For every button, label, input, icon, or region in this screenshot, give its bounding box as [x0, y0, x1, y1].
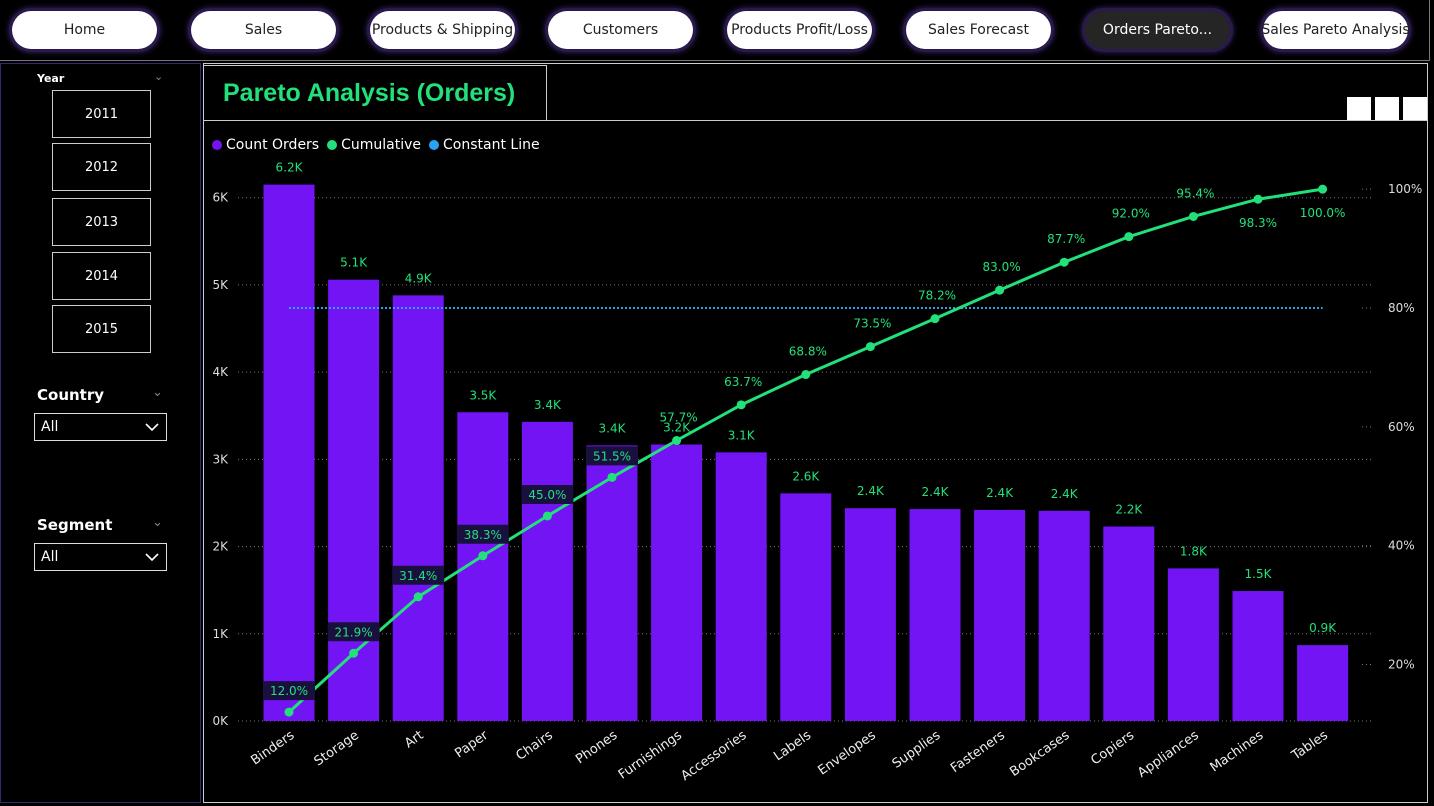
bar-data-label: 3.4K: [534, 398, 562, 412]
x-tick-label: Fasteners: [948, 728, 1008, 776]
cumulative-data-label: 78.2%: [918, 289, 956, 303]
cumulative-data-label: 45.0%: [528, 488, 566, 502]
x-tick-label: Art: [402, 728, 426, 751]
y-right-tick-label: 60%: [1388, 420, 1415, 434]
x-tick-label: Supplies: [890, 728, 944, 772]
cumulative-data-label: 51.5%: [593, 449, 631, 463]
bar-data-label: 4.9K: [405, 271, 433, 285]
x-tick-label: Storage: [312, 728, 362, 769]
bar-envelopes: [844, 508, 896, 721]
cumulative-point: [865, 342, 875, 352]
bar-machines: [1232, 591, 1284, 721]
x-tick-label: Phones: [573, 728, 620, 767]
bar-art: [392, 295, 444, 721]
x-tick-label: Bookcases: [1007, 728, 1072, 780]
cumulative-point: [542, 511, 552, 521]
bar-tables: [1297, 645, 1349, 721]
cumulative-data-label: 21.9%: [335, 625, 373, 639]
cumulative-point: [1253, 194, 1263, 204]
bar-data-label: 2.4K: [922, 485, 950, 499]
bar-fasteners: [974, 509, 1026, 721]
cumulative-data-label: 73.5%: [853, 317, 891, 331]
bar-data-label: 1.5K: [1245, 567, 1273, 581]
cumulative-data-label: 31.4%: [399, 569, 437, 583]
bar-data-label: 5.1K: [340, 256, 368, 270]
bar-binders: [263, 184, 315, 721]
cumulative-data-label: 57.7%: [660, 411, 698, 425]
cumulative-data-label: 100.0%: [1300, 206, 1346, 220]
cumulative-point: [413, 592, 423, 602]
bar-copiers: [1103, 526, 1155, 721]
x-tick-label: Paper: [452, 728, 491, 762]
y-left-tick-label: 2K: [212, 540, 229, 554]
x-tick-label: Labels: [771, 728, 814, 764]
bar-accessories: [715, 452, 767, 721]
cumulative-data-label: 92.0%: [1112, 207, 1150, 221]
bar-supplies: [909, 509, 961, 721]
bar-chairs: [521, 421, 573, 721]
bar-labels: [780, 493, 832, 721]
cumulative-point: [672, 436, 682, 446]
x-tick-label: Copiers: [1088, 728, 1137, 769]
y-right-tick-label: 40%: [1388, 539, 1415, 553]
cumulative-data-label: 95.4%: [1176, 186, 1214, 200]
bar-data-label: 6.2K: [276, 161, 304, 175]
cumulative-data-label: 12.0%: [270, 684, 308, 698]
bar-data-label: 1.8K: [1180, 544, 1208, 558]
bar-data-label: 3.1K: [728, 428, 756, 442]
x-tick-label: Binders: [248, 728, 297, 769]
cumulative-point: [736, 400, 746, 410]
bar-data-label: 0.9K: [1309, 621, 1337, 635]
bar-data-label: 2.6K: [792, 469, 820, 483]
y-left-tick-label: 4K: [212, 365, 229, 379]
bar-bookcases: [1038, 510, 1090, 721]
y-left-tick-label: 3K: [212, 452, 229, 466]
cumulative-point: [1059, 257, 1069, 267]
x-tick-label: Furnishings: [616, 728, 685, 783]
cumulative-point: [607, 472, 617, 482]
y-right-tick-label: 20%: [1388, 658, 1415, 672]
y-left-tick-label: 6K: [212, 191, 229, 205]
x-tick-label: Accessories: [678, 728, 749, 784]
cumulative-point: [995, 285, 1005, 295]
x-tick-label: Machines: [1208, 728, 1267, 776]
bar-appliances: [1167, 568, 1219, 721]
cumulative-point: [478, 551, 488, 561]
x-tick-label: Appliances: [1135, 728, 1202, 781]
x-tick-label: Chairs: [513, 728, 555, 764]
cumulative-data-label: 68.8%: [789, 345, 827, 359]
y-right-tick-label: 80%: [1388, 301, 1415, 315]
bar-furnishings: [651, 444, 703, 721]
bar-data-label: 2.4K: [857, 484, 885, 498]
cumulative-point: [349, 648, 359, 658]
bar-data-label: 3.5K: [469, 388, 497, 402]
cumulative-point: [930, 314, 940, 324]
cumulative-point: [284, 707, 294, 717]
y-right-tick-label: 100%: [1388, 182, 1422, 196]
cumulative-data-label: 87.7%: [1047, 232, 1085, 246]
bar-data-label: 3.4K: [599, 421, 627, 435]
x-tick-label: Tables: [1288, 728, 1331, 764]
cumulative-point: [1318, 184, 1328, 194]
y-left-tick-label: 5K: [212, 278, 229, 292]
cumulative-data-label: 38.3%: [464, 528, 502, 542]
cumulative-point: [801, 370, 811, 380]
cumulative-point: [1188, 211, 1198, 221]
cumulative-data-label: 98.3%: [1239, 216, 1277, 230]
bar-data-label: 2.4K: [986, 486, 1014, 500]
bar-data-label: 2.4K: [1051, 487, 1079, 501]
cumulative-data-label: 63.7%: [724, 375, 762, 389]
cumulative-data-label: 83.0%: [983, 260, 1021, 274]
bar-data-label: 2.2K: [1115, 503, 1143, 517]
y-left-tick-label: 0K: [212, 714, 229, 728]
cumulative-point: [1124, 232, 1134, 242]
pareto-chart: 0K 1K 2K 3K 4K 5K 6K 20% 40% 60% 80% 100% 6.2K 5.1K 4.…: [212, 161, 1422, 784]
x-tick-label: Envelopes: [815, 728, 878, 779]
y-left-tick-label: 1K: [212, 627, 229, 641]
